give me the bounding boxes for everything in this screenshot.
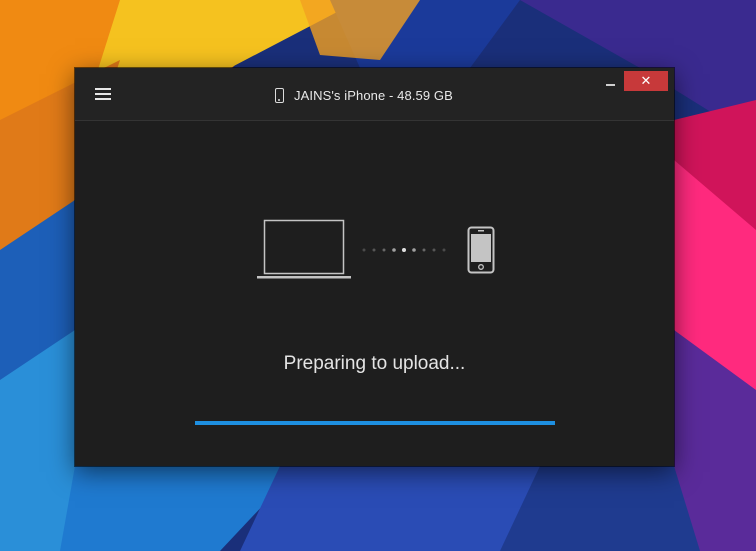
close-button[interactable]: ✕ (624, 71, 668, 91)
phone-icon (275, 87, 284, 103)
transfer-dots-icon (362, 248, 446, 252)
device-title: JAINS's iPhone - 48.59 GB (275, 85, 453, 105)
minimize-button[interactable] (601, 72, 623, 90)
app-window: JAINS's iPhone - 48.59 GB ✕ Preparing to… (75, 68, 674, 466)
device-title-text: JAINS's iPhone - 48.59 GB (294, 87, 453, 103)
hamburger-menu-icon[interactable] (89, 84, 113, 104)
iphone-icon (467, 226, 495, 274)
title-bar: JAINS's iPhone - 48.59 GB ✕ (75, 68, 674, 121)
close-icon: ✕ (640, 73, 652, 89)
status-message: Preparing to upload... (283, 353, 466, 374)
upload-progress-bar (195, 421, 555, 425)
laptop-icon (257, 219, 351, 279)
upload-progress-fill (195, 421, 555, 425)
